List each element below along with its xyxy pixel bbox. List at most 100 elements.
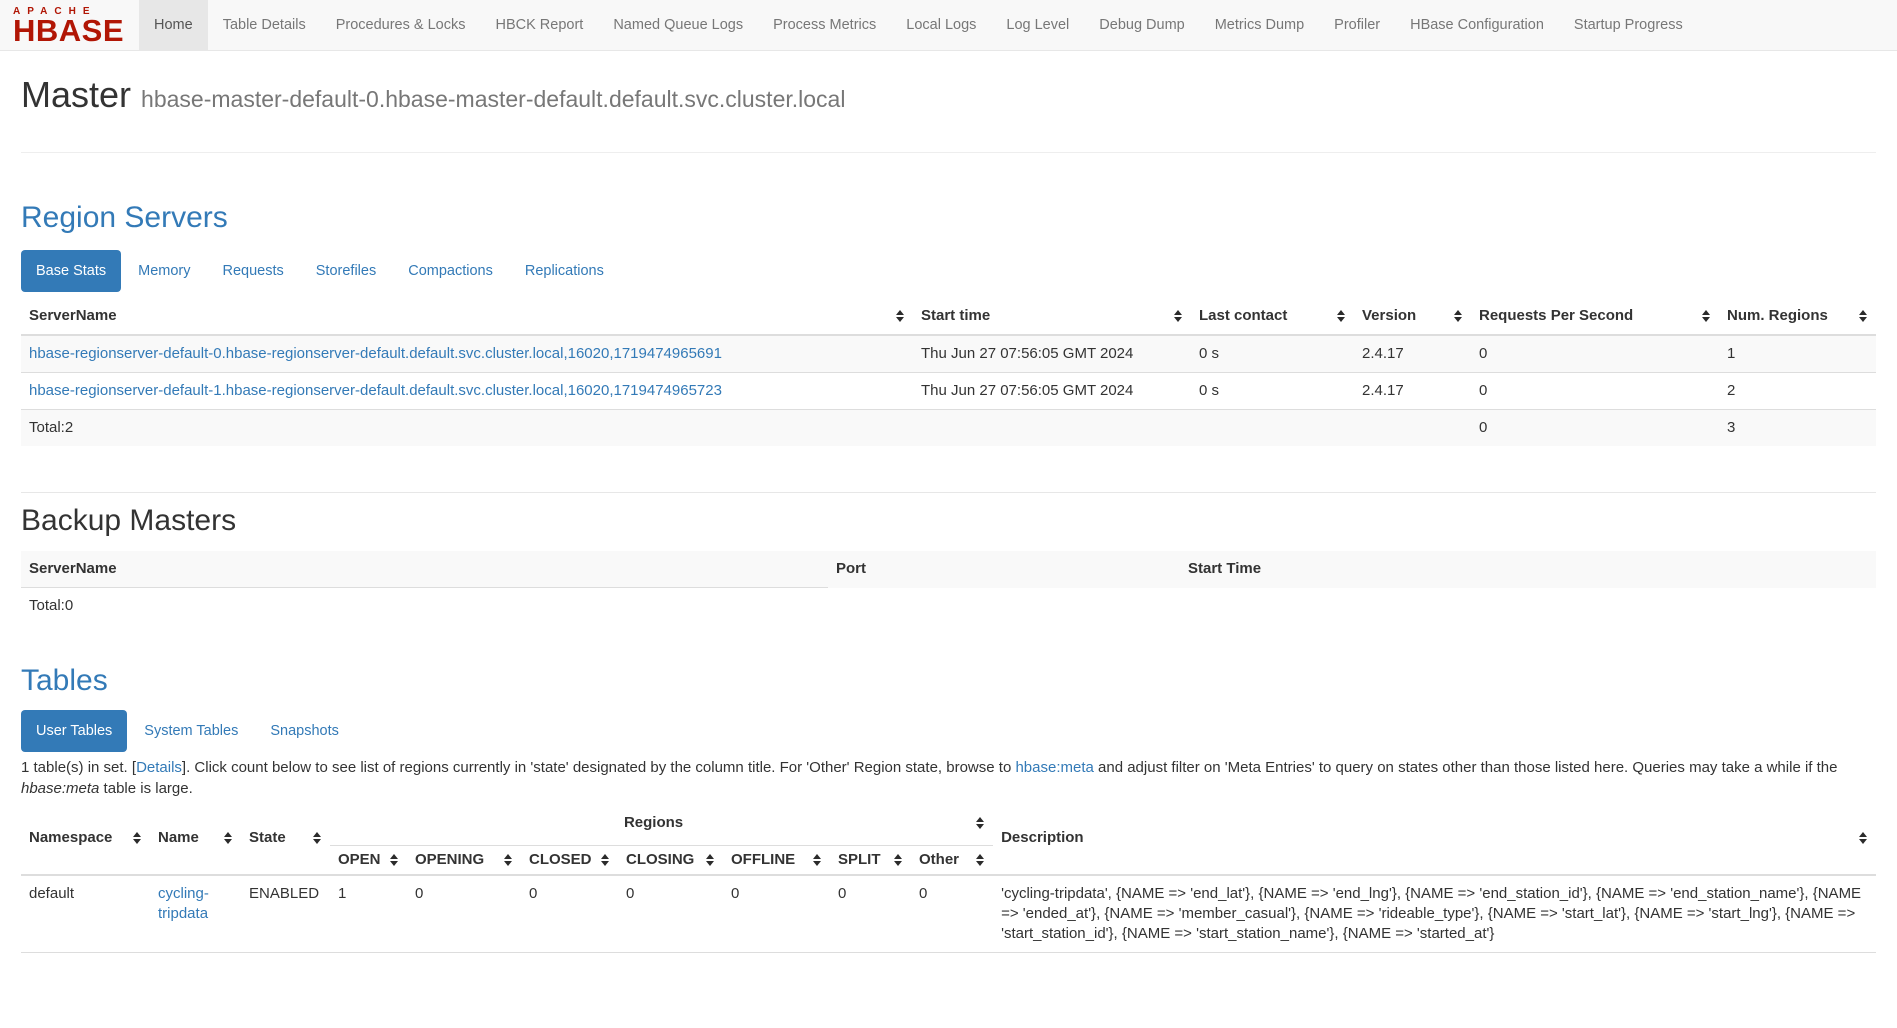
region-servers-section: Region Servers Base Stats Memory Request…: [21, 201, 1876, 446]
logo-hbase-text: HBASE: [13, 17, 124, 45]
total-label: Total:0: [21, 588, 828, 625]
sort-icon[interactable]: [976, 854, 984, 866]
sort-icon[interactable]: [1859, 310, 1867, 322]
nav-item-startup-progress[interactable]: Startup Progress: [1559, 0, 1698, 50]
hbase-logo[interactable]: APACHE HBASE: [0, 0, 139, 50]
col-header-split[interactable]: SPLIT: [830, 846, 911, 876]
sort-icon[interactable]: [133, 832, 141, 844]
col-header-start-time[interactable]: Start time: [913, 298, 1191, 335]
nav-item-home[interactable]: Home: [139, 0, 208, 50]
backup-masters-section: Backup Masters ServerName Port Start Tim…: [21, 504, 1876, 624]
col-header-closed[interactable]: CLOSED: [521, 846, 618, 876]
sort-icon[interactable]: [706, 854, 714, 866]
sort-icon[interactable]: [313, 832, 321, 844]
col-header-start-time[interactable]: Start Time: [1180, 551, 1876, 588]
col-header-other[interactable]: Other: [911, 846, 993, 876]
nav-item-profiler[interactable]: Profiler: [1319, 0, 1395, 50]
tab-requests[interactable]: Requests: [208, 250, 299, 292]
sort-icon[interactable]: [896, 310, 904, 322]
regionserver-link[interactable]: hbase-regionserver-default-0.hbase-regio…: [29, 345, 722, 362]
col-header-servername[interactable]: ServerName: [21, 298, 913, 335]
sort-icon[interactable]: [894, 854, 902, 866]
tab-base-stats[interactable]: Base Stats: [21, 250, 121, 292]
rps-cell: 0: [1471, 335, 1719, 373]
num-regions-cell: 1: [1719, 335, 1876, 373]
page-header: Master hbase-master-default-0.hbase-mast…: [21, 75, 1876, 153]
col-header-version[interactable]: Version: [1354, 298, 1471, 335]
tab-system-tables[interactable]: System Tables: [129, 710, 253, 752]
col-header-state[interactable]: State: [241, 801, 330, 875]
sort-icon[interactable]: [1702, 310, 1710, 322]
sort-icon[interactable]: [390, 854, 398, 866]
backup-masters-header-row: ServerName Port Start Time: [21, 551, 1876, 588]
col-header-open[interactable]: OPEN: [330, 846, 407, 876]
tab-compactions[interactable]: Compactions: [393, 250, 508, 292]
nav-item-metrics-dump[interactable]: Metrics Dump: [1200, 0, 1319, 50]
col-header-name[interactable]: Name: [150, 801, 241, 875]
col-header-num-regions[interactable]: Num. Regions: [1719, 298, 1876, 335]
col-header-port[interactable]: Port: [828, 551, 1180, 588]
table-row: hbase-regionserver-default-0.hbase-regio…: [21, 335, 1876, 373]
details-link[interactable]: Details: [136, 759, 182, 776]
user-tables-table: Namespace Name State Regions Description…: [21, 801, 1876, 953]
sort-icon[interactable]: [976, 817, 984, 829]
nav-item-procedures-locks[interactable]: Procedures & Locks: [321, 0, 481, 50]
nav-item-process-metrics[interactable]: Process Metrics: [758, 0, 891, 50]
navbar-menu: Home Table Details Procedures & Locks HB…: [139, 0, 1698, 50]
table-link[interactable]: cycling-tripdata: [158, 885, 209, 922]
sort-icon[interactable]: [1454, 310, 1462, 322]
backup-masters-heading: Backup Masters: [21, 504, 1876, 538]
nav-item-named-queue-logs[interactable]: Named Queue Logs: [598, 0, 758, 50]
tab-replications[interactable]: Replications: [510, 250, 619, 292]
col-header-requests-per-second[interactable]: Requests Per Second: [1471, 298, 1719, 335]
col-header-regions-group[interactable]: Regions: [330, 801, 993, 846]
sort-icon[interactable]: [601, 854, 609, 866]
sort-icon[interactable]: [813, 854, 821, 866]
total-row: Total:2 0 3: [21, 410, 1876, 447]
nav-item-local-logs[interactable]: Local Logs: [891, 0, 991, 50]
region-servers-tabs: Base Stats Memory Requests Storefiles Co…: [21, 250, 1876, 292]
col-header-last-contact[interactable]: Last contact: [1191, 298, 1354, 335]
user-tables-header-row-1: Namespace Name State Regions Description: [21, 801, 1876, 846]
offline-count-cell: 0: [723, 875, 830, 953]
sort-icon[interactable]: [224, 832, 232, 844]
namespace-cell: default: [21, 875, 150, 953]
hbase-meta-link[interactable]: hbase:meta: [1015, 759, 1093, 776]
tab-user-tables[interactable]: User Tables: [21, 710, 127, 752]
nav-item-table-details[interactable]: Table Details: [208, 0, 321, 50]
tab-memory[interactable]: Memory: [123, 250, 205, 292]
nav-item-hbck-report[interactable]: HBCK Report: [480, 0, 598, 50]
sort-icon[interactable]: [504, 854, 512, 866]
tables-note: 1 table(s) in set. [Details]. Click coun…: [21, 758, 1876, 799]
col-header-offline[interactable]: OFFLINE: [723, 846, 830, 876]
col-header-closing[interactable]: CLOSING: [618, 846, 723, 876]
region-servers-header-row: ServerName Start time Last contact Versi…: [21, 298, 1876, 335]
last-contact-cell: 0 s: [1191, 373, 1354, 410]
region-servers-table: ServerName Start time Last contact Versi…: [21, 298, 1876, 446]
version-cell: 2.4.17: [1354, 373, 1471, 410]
col-header-servername[interactable]: ServerName: [21, 551, 828, 588]
tab-snapshots[interactable]: Snapshots: [255, 710, 354, 752]
top-navbar: APACHE HBASE Home Table Details Procedur…: [0, 0, 1897, 51]
sort-icon[interactable]: [1174, 310, 1182, 322]
open-count-cell: 1: [330, 875, 407, 953]
total-rps: 0: [1471, 410, 1719, 447]
total-label: Total:2: [21, 410, 913, 447]
col-header-description[interactable]: Description: [993, 801, 1876, 875]
split-count-cell: 0: [830, 875, 911, 953]
last-contact-cell: 0 s: [1191, 335, 1354, 373]
opening-count-cell: 0: [407, 875, 521, 953]
rps-cell: 0: [1471, 373, 1719, 410]
section-divider: [21, 492, 1876, 493]
nav-item-debug-dump[interactable]: Debug Dump: [1084, 0, 1199, 50]
table-row: default cycling-tripdata ENABLED 1 0 0 0…: [21, 875, 1876, 953]
start-time-cell: Thu Jun 27 07:56:05 GMT 2024: [913, 373, 1191, 410]
tab-storefiles[interactable]: Storefiles: [301, 250, 391, 292]
regionserver-link[interactable]: hbase-regionserver-default-1.hbase-regio…: [29, 382, 722, 399]
sort-icon[interactable]: [1337, 310, 1345, 322]
nav-item-log-level[interactable]: Log Level: [991, 0, 1084, 50]
col-header-namespace[interactable]: Namespace: [21, 801, 150, 875]
nav-item-hbase-configuration[interactable]: HBase Configuration: [1395, 0, 1559, 50]
col-header-opening[interactable]: OPENING: [407, 846, 521, 876]
sort-icon[interactable]: [1859, 832, 1867, 844]
